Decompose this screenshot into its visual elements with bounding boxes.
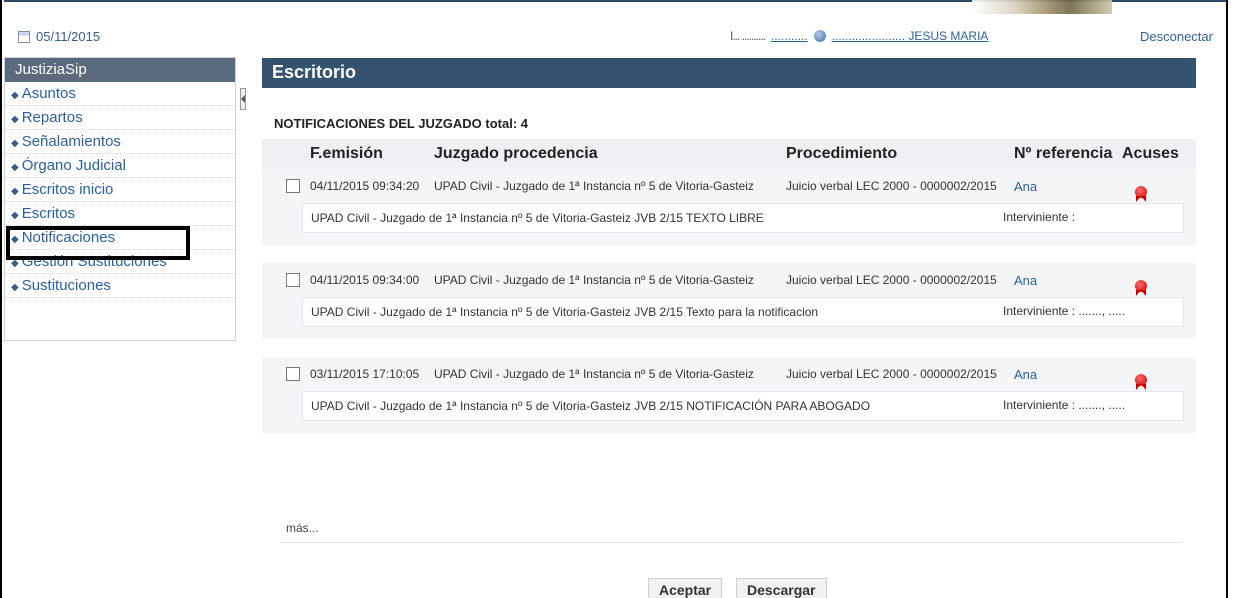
user-icon [813,30,826,42]
section-title: NOTIFICACIONES DEL JUZGADO total: 4 [274,116,528,131]
sidebar-item-organo-judicial[interactable]: ◆ Órgano Judicial [5,154,235,178]
column-acuses: Acuses [1122,145,1179,162]
notification-entry: 04/11/2015 09:34:00 UPAD Civil - Juzgado… [262,263,1196,339]
current-date: 05/11/2015 [36,29,101,44]
intervener: Interviniente : ......., ..... [1003,304,1126,318]
notification-entry: 03/11/2015 17:10:05 UPAD Civil - Juzgado… [262,357,1196,433]
user-id-link[interactable]: ........... [771,29,808,43]
cell-reference-link[interactable]: Ana [1014,367,1122,382]
window-border-left [0,0,2,598]
sidebar-item-label: Señalamientos [21,133,121,150]
table-row: 04/11/2015 09:34:00 UPAD Civil - Juzgado… [262,263,1196,297]
sidebar-item-senalamientos[interactable]: ◆ Señalamientos [5,130,235,154]
header-decoration [972,0,1112,14]
sidebar-item-repartos[interactable]: ◆ Repartos [5,106,235,130]
sidebar-item-label: Repartos [21,109,83,126]
bullet-icon: ◆ [11,210,19,221]
row-separator [262,245,1196,263]
row-detail: UPAD Civil - Juzgado de 1ª Instancia nº … [302,391,1184,421]
disconnect-link[interactable]: Desconectar [1140,29,1213,44]
sidebar-item-label: Sustituciones [21,277,111,294]
download-button[interactable]: Descargar [736,578,827,598]
row-spacer [262,233,1196,245]
window-border-right [1226,0,1228,598]
table-row: 04/11/2015 09:34:20 UPAD Civil - Juzgado… [262,169,1196,203]
row-detail: UPAD Civil - Juzgado de 1ª Instancia nº … [302,297,1184,327]
collapse-arrow-icon[interactable] [240,88,246,110]
row-spacer [262,327,1196,339]
cell-procedure: Juicio verbal LEC 2000 - 0000002/2015 [786,273,997,287]
cell-date: 03/11/2015 17:10:05 [310,367,420,381]
row-detail: UPAD Civil - Juzgado de 1ª Instancia nº … [302,203,1184,233]
row-spacer [262,421,1196,433]
sidebar-title: JustiziaSip [5,58,235,82]
calendar-icon [18,30,30,43]
row-checkbox[interactable] [286,179,300,193]
row-checkbox[interactable] [286,273,300,287]
date-display: 05/11/2015 [18,29,100,44]
bullet-icon: ◆ [11,162,19,173]
notification-entry: 04/11/2015 09:34:20 UPAD Civil - Juzgado… [262,169,1196,245]
cell-court: UPAD Civil - Juzgado de 1ª Instancia nº … [434,179,754,193]
sidebar-item-asuntos[interactable]: ◆ Asuntos [5,82,235,106]
sidebar-item-label: Órgano Judicial [21,157,126,174]
sidebar-item-escritos[interactable]: ◆ Escritos [5,202,235,226]
user-area: I... .......... ........... ............… [730,29,988,43]
bullet-icon: ◆ [11,114,19,125]
row-separator [262,339,1196,357]
table-header: F.emisión Juzgado procedencia Procedimie… [262,139,1196,169]
intervener: Interviniente : ......., ..... [1003,398,1126,412]
cell-reference-link[interactable]: Ana [1014,273,1122,288]
column-fecha-emision: F.emisión [310,145,383,162]
detail-text: UPAD Civil - Juzgado de 1ª Instancia nº … [311,305,819,319]
column-procedimiento: Procedimiento [786,145,898,162]
sidebar-item-label: Escritos [21,205,76,222]
column-referencia: Nº referencia [1014,145,1113,162]
cell-procedure: Juicio verbal LEC 2000 - 0000002/2015 [786,367,997,381]
cell-court: UPAD Civil - Juzgado de 1ª Instancia nº … [434,273,754,287]
intervener: Interviniente : [1003,210,1076,224]
sidebar: JustiziaSip ◆ Asuntos ◆ Repartos ◆ Señalami… [4,57,236,341]
column-juzgado: Juzgado procedencia [434,145,598,162]
table-row: 03/11/2015 17:10:05 UPAD Civil - Juzgado… [262,357,1196,391]
detail-text: UPAD Civil - Juzgado de 1ª Instancia nº … [311,399,871,413]
bullet-icon: ◆ [11,90,19,101]
bullet-icon: ◆ [11,282,19,293]
cell-court: UPAD Civil - Juzgado de 1ª Instancia nº … [434,367,754,381]
notifications-table: F.emisión Juzgado procedencia Procedimie… [262,139,1196,433]
cell-reference-link[interactable]: Ana [1014,179,1122,194]
sidebar-item-sustituciones[interactable]: ◆ Sustituciones [5,274,235,298]
detail-text: UPAD Civil - Juzgado de 1ª Instancia nº … [311,211,764,225]
annotation-highlight-box [6,226,190,260]
bullet-icon: ◆ [11,186,19,197]
cell-date: 04/11/2015 09:34:00 [310,273,420,287]
divider [280,542,1182,543]
more-link[interactable]: más... [286,521,319,535]
sidebar-item-label: Escritos inicio [21,181,114,198]
cell-procedure: Juicio verbal LEC 2000 - 0000002/2015 [786,179,997,193]
top-bar: 05/11/2015 I... .......... ........... .… [4,0,1226,46]
row-checkbox[interactable] [286,367,300,381]
user-name-link[interactable]: ...................... JESUS MARIA [832,29,989,43]
page-title: Escritorio [262,58,1196,88]
sidebar-item-label: Asuntos [21,85,76,102]
sidebar-item-escritos-inicio[interactable]: ◆ Escritos inicio [5,178,235,202]
bullet-icon: ◆ [11,138,19,149]
accept-button[interactable]: Aceptar [648,578,723,598]
cell-date: 04/11/2015 09:34:20 [310,179,420,193]
user-code: I... .......... [730,29,766,43]
